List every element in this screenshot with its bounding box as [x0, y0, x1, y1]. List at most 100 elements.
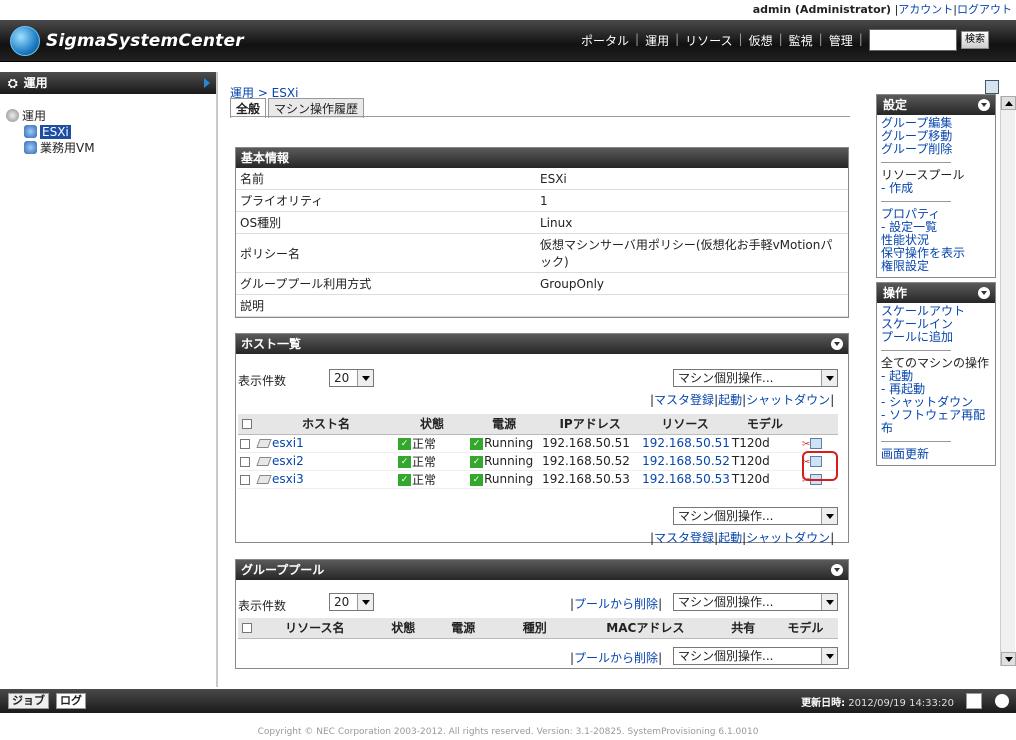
left-pane-header: ⛭ 運用 — [0, 72, 216, 94]
machine-op-select-bottom[interactable]: マシン個別操作... — [673, 507, 838, 525]
shutdown-link[interactable]: シャットダウン — [746, 531, 830, 545]
collapse-icon[interactable] — [978, 99, 990, 111]
dropdown-arrow-icon — [357, 370, 373, 386]
host-link[interactable]: esxi2 — [272, 454, 304, 468]
info-key: OS種別 — [236, 211, 536, 234]
resource-link[interactable]: 192.168.50.51 — [642, 436, 730, 450]
remove-from-pool-link[interactable]: プールから削除 — [574, 651, 658, 665]
resource-link[interactable]: 192.168.50.53 — [642, 472, 730, 486]
tab-general[interactable]: 全般 — [230, 98, 267, 118]
tree-node-operation[interactable]: 運用 — [6, 108, 46, 123]
col-state[interactable]: 状態 — [372, 618, 434, 639]
count-label: 表示件数 — [238, 374, 287, 388]
scroll-down-icon[interactable] — [1001, 652, 1016, 666]
shutdown-link[interactable]: シャットダウン — [746, 393, 830, 407]
host-link[interactable]: esxi3 — [272, 472, 304, 486]
tree-label: 業務用VM — [40, 141, 95, 155]
col-power[interactable]: 電源 — [433, 618, 493, 639]
col-shared[interactable]: 共有 — [713, 618, 773, 639]
tool-icon[interactable]: ✂ — [802, 439, 810, 450]
machine-op-select[interactable]: マシン個別操作... — [673, 593, 838, 611]
scroll-up-icon[interactable] — [1001, 96, 1016, 110]
col-hostname[interactable]: ホスト名 — [256, 414, 397, 435]
vertical-scrollbar[interactable] — [1000, 96, 1016, 666]
row-checkbox[interactable] — [240, 438, 250, 449]
app-header: SigmaSystemCenter ポータル | 運用 | リソース | 仮想 | 監視… — [0, 20, 1016, 62]
divider — [881, 441, 951, 442]
resource-link[interactable]: 192.168.50.52 — [642, 454, 730, 468]
status-ok-icon: ✓ — [398, 474, 412, 486]
col-resource[interactable]: リソース — [640, 414, 730, 435]
window-icon[interactable] — [966, 693, 982, 709]
create-pool-link[interactable]: - 作成 — [881, 182, 993, 195]
next-icon[interactable] — [995, 694, 1009, 708]
collapse-icon[interactable] — [831, 564, 843, 576]
remove-from-pool-link[interactable]: プールから削除 — [574, 597, 658, 611]
tab-history[interactable]: マシン操作履歴 — [268, 98, 365, 118]
refresh-link[interactable]: 画面更新 — [881, 448, 993, 461]
nav-resource[interactable]: リソース — [679, 32, 738, 49]
col-model[interactable]: モデル — [729, 414, 800, 435]
highlight-ring — [802, 451, 838, 481]
info-row: 説明 — [236, 294, 848, 317]
footer-bar: ジョブ ログ 更新日時: 2012/09/19 14:33:20 — [0, 689, 1016, 713]
count-select[interactable]: 20 — [329, 593, 374, 611]
right-pane: 設定 グループ編集 グループ移動 グループ削除 リソースプール - 作成 プロパ… — [876, 94, 996, 470]
machine-op-select[interactable]: マシン個別操作... — [673, 369, 838, 387]
user-strip: admin (Administrator) |アカウント|ログアウト — [0, 0, 1016, 20]
collapse-arrow-icon[interactable] — [204, 78, 210, 88]
info-value: Linux — [536, 211, 848, 234]
machine-op-select-bottom[interactable]: マシン個別操作... — [673, 647, 838, 665]
host-link[interactable]: esxi1 — [272, 436, 304, 450]
logout-link[interactable]: ログアウト — [957, 3, 1012, 16]
tree-node-business-vm[interactable]: 業務用VM — [24, 140, 95, 155]
save-icon[interactable] — [985, 80, 999, 94]
nav-admin[interactable]: 管理 — [823, 32, 859, 49]
start-link[interactable]: 起動 — [718, 393, 742, 407]
info-value: 1 — [536, 189, 848, 212]
dropdown-arrow-icon — [357, 594, 373, 610]
detail-icon[interactable] — [810, 438, 823, 449]
register-master-link[interactable]: マスタ登録 — [654, 531, 714, 545]
nav-portal[interactable]: ポータル — [575, 32, 635, 49]
tab-job[interactable]: ジョブ — [8, 693, 49, 709]
tree-node-esxi[interactable]: ESXi — [24, 124, 71, 139]
tree-label: ESXi — [40, 124, 71, 139]
group-icon — [24, 125, 37, 138]
collapse-icon[interactable] — [831, 338, 843, 350]
info-value: 仮想マシンサーバ用ポリシー(仮想化お手軽vMotionパック) — [536, 233, 848, 273]
app-logo[interactable]: SigmaSystemCenter — [10, 24, 244, 58]
count-select[interactable]: 20 — [329, 369, 374, 387]
col-state[interactable]: 状態 — [396, 414, 469, 435]
add-to-pool-link[interactable]: プールに追加 — [881, 331, 993, 344]
nav-operation[interactable]: 運用 — [639, 32, 675, 49]
redeploy-software-link[interactable]: - ソフトウェア再配布 — [881, 409, 993, 435]
tab-log[interactable]: ログ — [56, 693, 86, 709]
permission-link[interactable]: 権限設定 — [881, 260, 993, 273]
row-checkbox[interactable] — [240, 474, 250, 485]
nav-monitor[interactable]: 監視 — [783, 32, 819, 49]
start-link[interactable]: 起動 — [718, 531, 742, 545]
divider — [230, 116, 850, 117]
select-all-checkbox[interactable] — [242, 623, 253, 634]
col-resource-name[interactable]: リソース名 — [256, 618, 373, 639]
left-pane-title: 運用 — [23, 76, 48, 90]
nav-virtual[interactable]: 仮想 — [743, 32, 779, 49]
col-type[interactable]: 種別 — [492, 618, 577, 639]
col-model[interactable]: モデル — [772, 618, 838, 639]
select-all-checkbox[interactable] — [242, 419, 252, 430]
col-power[interactable]: 電源 — [468, 414, 541, 435]
col-mac[interactable]: MACアドレス — [576, 618, 714, 639]
host-icon — [256, 475, 272, 484]
search-button[interactable]: 検索 — [961, 31, 989, 49]
delete-group-link[interactable]: グループ削除 — [881, 143, 993, 156]
col-ip[interactable]: IPアドレス — [540, 414, 641, 435]
category-icon — [6, 109, 19, 122]
collapse-icon[interactable] — [978, 287, 990, 299]
search-input[interactable] — [869, 29, 957, 51]
account-link[interactable]: アカウント — [898, 3, 953, 16]
basic-info-panel: 基本情報 名前 ESXi プライオリティ 1 OS種別 Linux ポリシー名 仮想マシ… — [235, 147, 849, 318]
row-checkbox[interactable] — [240, 456, 250, 467]
updated-label: 更新日時: — [801, 698, 846, 709]
register-master-link[interactable]: マスタ登録 — [654, 393, 714, 407]
